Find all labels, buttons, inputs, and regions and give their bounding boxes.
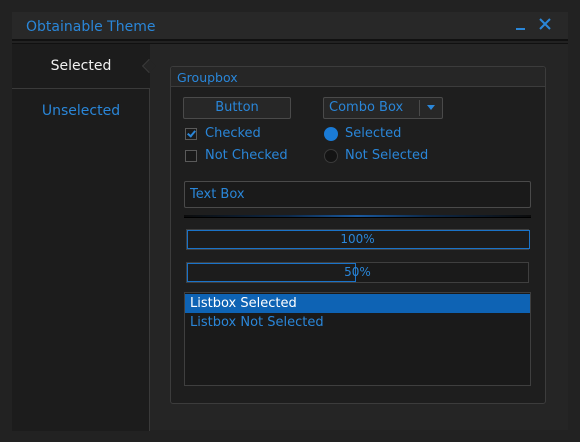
groupbox-title: Groupbox (177, 70, 238, 85)
radio-unselected-label: Not Selected (345, 148, 429, 163)
tab-unselected[interactable]: Unselected (12, 89, 150, 134)
minimize-icon[interactable] (512, 16, 530, 36)
progress-bar-full: 100% (186, 229, 530, 250)
radio-unselected[interactable] (324, 149, 338, 163)
combo-box-value: Combo Box (329, 100, 404, 115)
checkbox-unchecked-label: Not Checked (205, 148, 288, 163)
text-box[interactable]: Text Box (184, 181, 531, 208)
tab-sidebar: Selected Unselected (12, 44, 150, 431)
radio-selected[interactable] (324, 127, 338, 141)
checkmark-icon (187, 128, 196, 138)
title-bar[interactable]: Obtainable Theme (12, 12, 568, 41)
progress-bar-half: 50% (186, 262, 529, 283)
glow-separator (184, 215, 531, 218)
window-title: Obtainable Theme (26, 19, 156, 35)
listbox-item-selected[interactable]: Listbox Selected (185, 294, 530, 313)
listbox-item-unselected[interactable]: Listbox Not Selected (185, 313, 530, 332)
progress-full-label: 100% (340, 232, 375, 246)
checkbox-unchecked[interactable] (185, 150, 197, 162)
listbox[interactable]: Listbox Selected Listbox Not Selected (184, 292, 531, 386)
radio-selected-label: Selected (345, 126, 402, 141)
tab-selected[interactable]: Selected (12, 44, 150, 89)
close-icon[interactable] (536, 16, 554, 36)
combo-box-divider (419, 100, 420, 116)
checkbox-checked[interactable] (185, 128, 197, 140)
combo-box[interactable]: Combo Box (323, 97, 443, 119)
chevron-down-icon[interactable] (427, 105, 435, 110)
groupbox-header: Groupbox (171, 67, 545, 87)
checkbox-checked-label: Checked (205, 126, 261, 141)
app-window: Obtainable Theme Selected Unselected Gro… (0, 0, 580, 442)
button[interactable]: Button (183, 97, 291, 119)
progress-half-label: 50% (344, 265, 371, 279)
